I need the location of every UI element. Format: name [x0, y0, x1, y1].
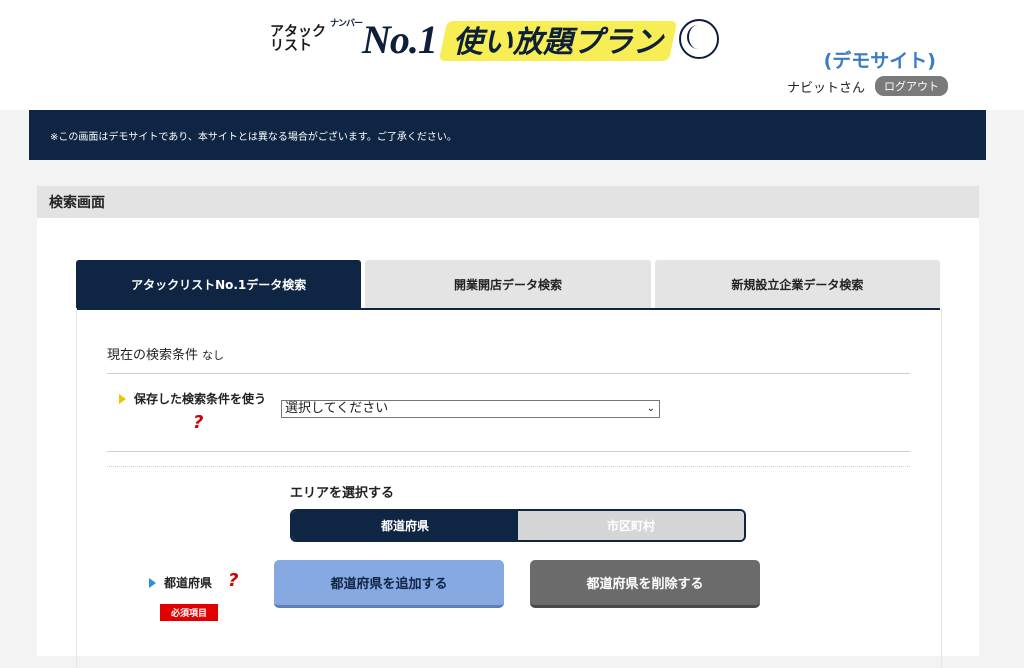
dotted-divider [107, 466, 910, 467]
user-area: ナビットさん ログアウト [787, 76, 948, 96]
current-condition-label: 現在の検索条件 [107, 348, 199, 363]
user-name: ナビットさん [786, 80, 865, 96]
saved-conditions-label: 保存した検索条件を使う [119, 390, 266, 407]
search-tabs: アタックリストNo.1データ検索 開業開店データ検索 新規設立企業データ検索 [76, 260, 940, 310]
tab-new-store-search[interactable]: 開業開店データ検索 [365, 260, 651, 308]
panel-title: 検索画面 [37, 186, 979, 218]
current-condition-value: なし [202, 349, 225, 362]
help-icon[interactable]: ? [193, 412, 203, 433]
tab-new-company-search[interactable]: 新規設立企業データ検索 [654, 260, 940, 308]
toggle-municipality[interactable]: 市区町村 [518, 511, 744, 540]
logo-no1-text: No.1 [362, 16, 438, 62]
chevron-down-icon: ⌄ [646, 403, 655, 414]
logo-plan-text: 使い放題プラン [452, 25, 663, 60]
volleyball-icon [678, 19, 719, 59]
logo-plan: 使い放題プラン [443, 15, 673, 63]
help-icon[interactable]: ? [228, 570, 238, 591]
notice-bar: ※この画面はデモサイトであり、本サイトとは異なる場合がございます。ご了承ください… [29, 110, 986, 160]
divider [107, 451, 910, 452]
saved-conditions-select[interactable]: 選択してください ⌄ [281, 400, 660, 418]
select-value: 選択してください [285, 401, 389, 416]
logo-no1: ナンバーNo.1 [330, 16, 438, 63]
current-condition: 現在の検索条件 なし [107, 344, 224, 363]
tab-attacklist-search[interactable]: アタックリストNo.1データ検索 [76, 260, 362, 308]
add-prefecture-button[interactable]: 都道府県を追加する [274, 560, 504, 608]
triangle-bullet-icon [149, 577, 156, 588]
header: アタック リスト ナンバーNo.1 使い放題プラン (デモサイト) ナビットさん… [0, 0, 1024, 110]
saved-conditions-text: 保存した検索条件を使う [134, 392, 267, 406]
divider [107, 373, 910, 374]
logo-no1-ruby: ナンバー [330, 17, 363, 28]
logo-line1: アタック [270, 24, 326, 40]
demo-site-label: (デモサイト) [823, 50, 936, 72]
triangle-bullet-icon [119, 393, 126, 404]
logout-button[interactable]: ログアウト [875, 76, 948, 96]
required-badge: 必須項目 [160, 604, 219, 621]
logo-line2: リスト [270, 38, 312, 54]
delete-prefecture-button[interactable]: 都道府県を削除する [530, 560, 760, 608]
prefecture-label: 都道府県 [149, 574, 212, 591]
prefecture-label-text: 都道府県 [164, 576, 213, 590]
site-logo[interactable]: アタック リスト ナンバーNo.1 使い放題プラン [270, 8, 719, 70]
toggle-prefecture[interactable]: 都道府県 [292, 511, 518, 540]
logo-small-text: アタック リスト [270, 25, 326, 53]
search-panel: 検索画面 アタックリストNo.1データ検索 開業開店データ検索 新規設立企業デー… [37, 186, 979, 668]
tab-body: 現在の検索条件 なし 保存した検索条件を使う ? 選択してください ⌄ エリアを選… [76, 308, 942, 668]
area-toggle: 都道府県 市区町村 [290, 509, 746, 542]
notice-text: ※この画面はデモサイトであり、本サイトとは異なる場合がございます。ご了承ください… [50, 131, 457, 143]
area-heading: エリアを選択する [290, 486, 395, 501]
